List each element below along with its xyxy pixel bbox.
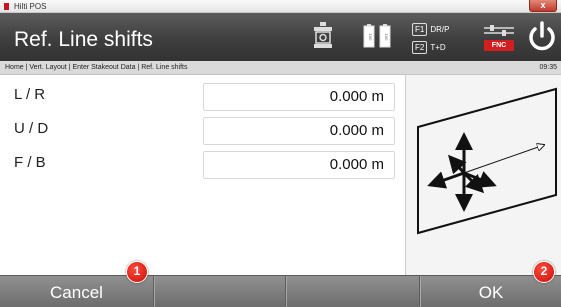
empty-softkey-2[interactable] [154, 276, 286, 307]
battery-icon: 100 100 [363, 23, 391, 54]
bottom-button-bar: Cancel OK [0, 275, 561, 307]
fkey-f2-label: T+D [430, 42, 446, 52]
function-keys-icon[interactable]: F1 DR/P F2 T+D [412, 16, 472, 58]
app-header: Ref. Line shifts 100 100 F1 DR/P F2 T+D [0, 13, 561, 61]
window-title: Hilti POS [14, 2, 47, 11]
app-icon [4, 3, 9, 10]
fkey-f1: F1 DR/P [412, 21, 449, 37]
battery-level-right: 100 [384, 34, 389, 41]
battery-level-left: 100 [368, 34, 373, 41]
empty-softkey-3[interactable] [286, 276, 420, 307]
fkey-f1-key: F1 [412, 22, 428, 36]
breadcrumb-bar: Home | Vert. Layout | Enter Stakeout Dat… [0, 61, 561, 75]
fkey-f2-key: F2 [412, 40, 428, 54]
shift-diagram-panel [405, 75, 561, 275]
ud-label: U / D [14, 120, 49, 137]
callout-marker-1: 1 [126, 261, 148, 283]
clock: 09:35 [539, 64, 557, 71]
fb-label: F / B [14, 154, 46, 171]
close-window-button[interactable]: x [529, 0, 557, 12]
breadcrumb: Home | Vert. Layout | Enter Stakeout Dat… [5, 64, 188, 71]
ud-value-field[interactable]: 0.000 m [203, 117, 395, 145]
fb-value-field[interactable]: 0.000 m [203, 151, 395, 179]
lr-label: L / R [14, 86, 46, 103]
window-title-bar: Hilti POS x [0, 0, 561, 13]
callout-marker-2: 2 [533, 261, 555, 283]
shift-form: L / R 0.000 m U / D 0.000 m F / B 0.000 … [0, 75, 405, 275]
instrument-icon[interactable] [311, 21, 335, 56]
settings-icon[interactable]: FNC [484, 25, 514, 55]
fnc-badge: FNC [484, 40, 514, 51]
fkey-f2: F2 T+D [412, 39, 446, 55]
lr-value-field[interactable]: 0.000 m [203, 83, 395, 111]
power-icon[interactable] [525, 20, 559, 54]
axis-diagram [417, 87, 557, 235]
page-title: Ref. Line shifts [14, 28, 153, 51]
fkey-f1-label: DR/P [430, 24, 450, 34]
